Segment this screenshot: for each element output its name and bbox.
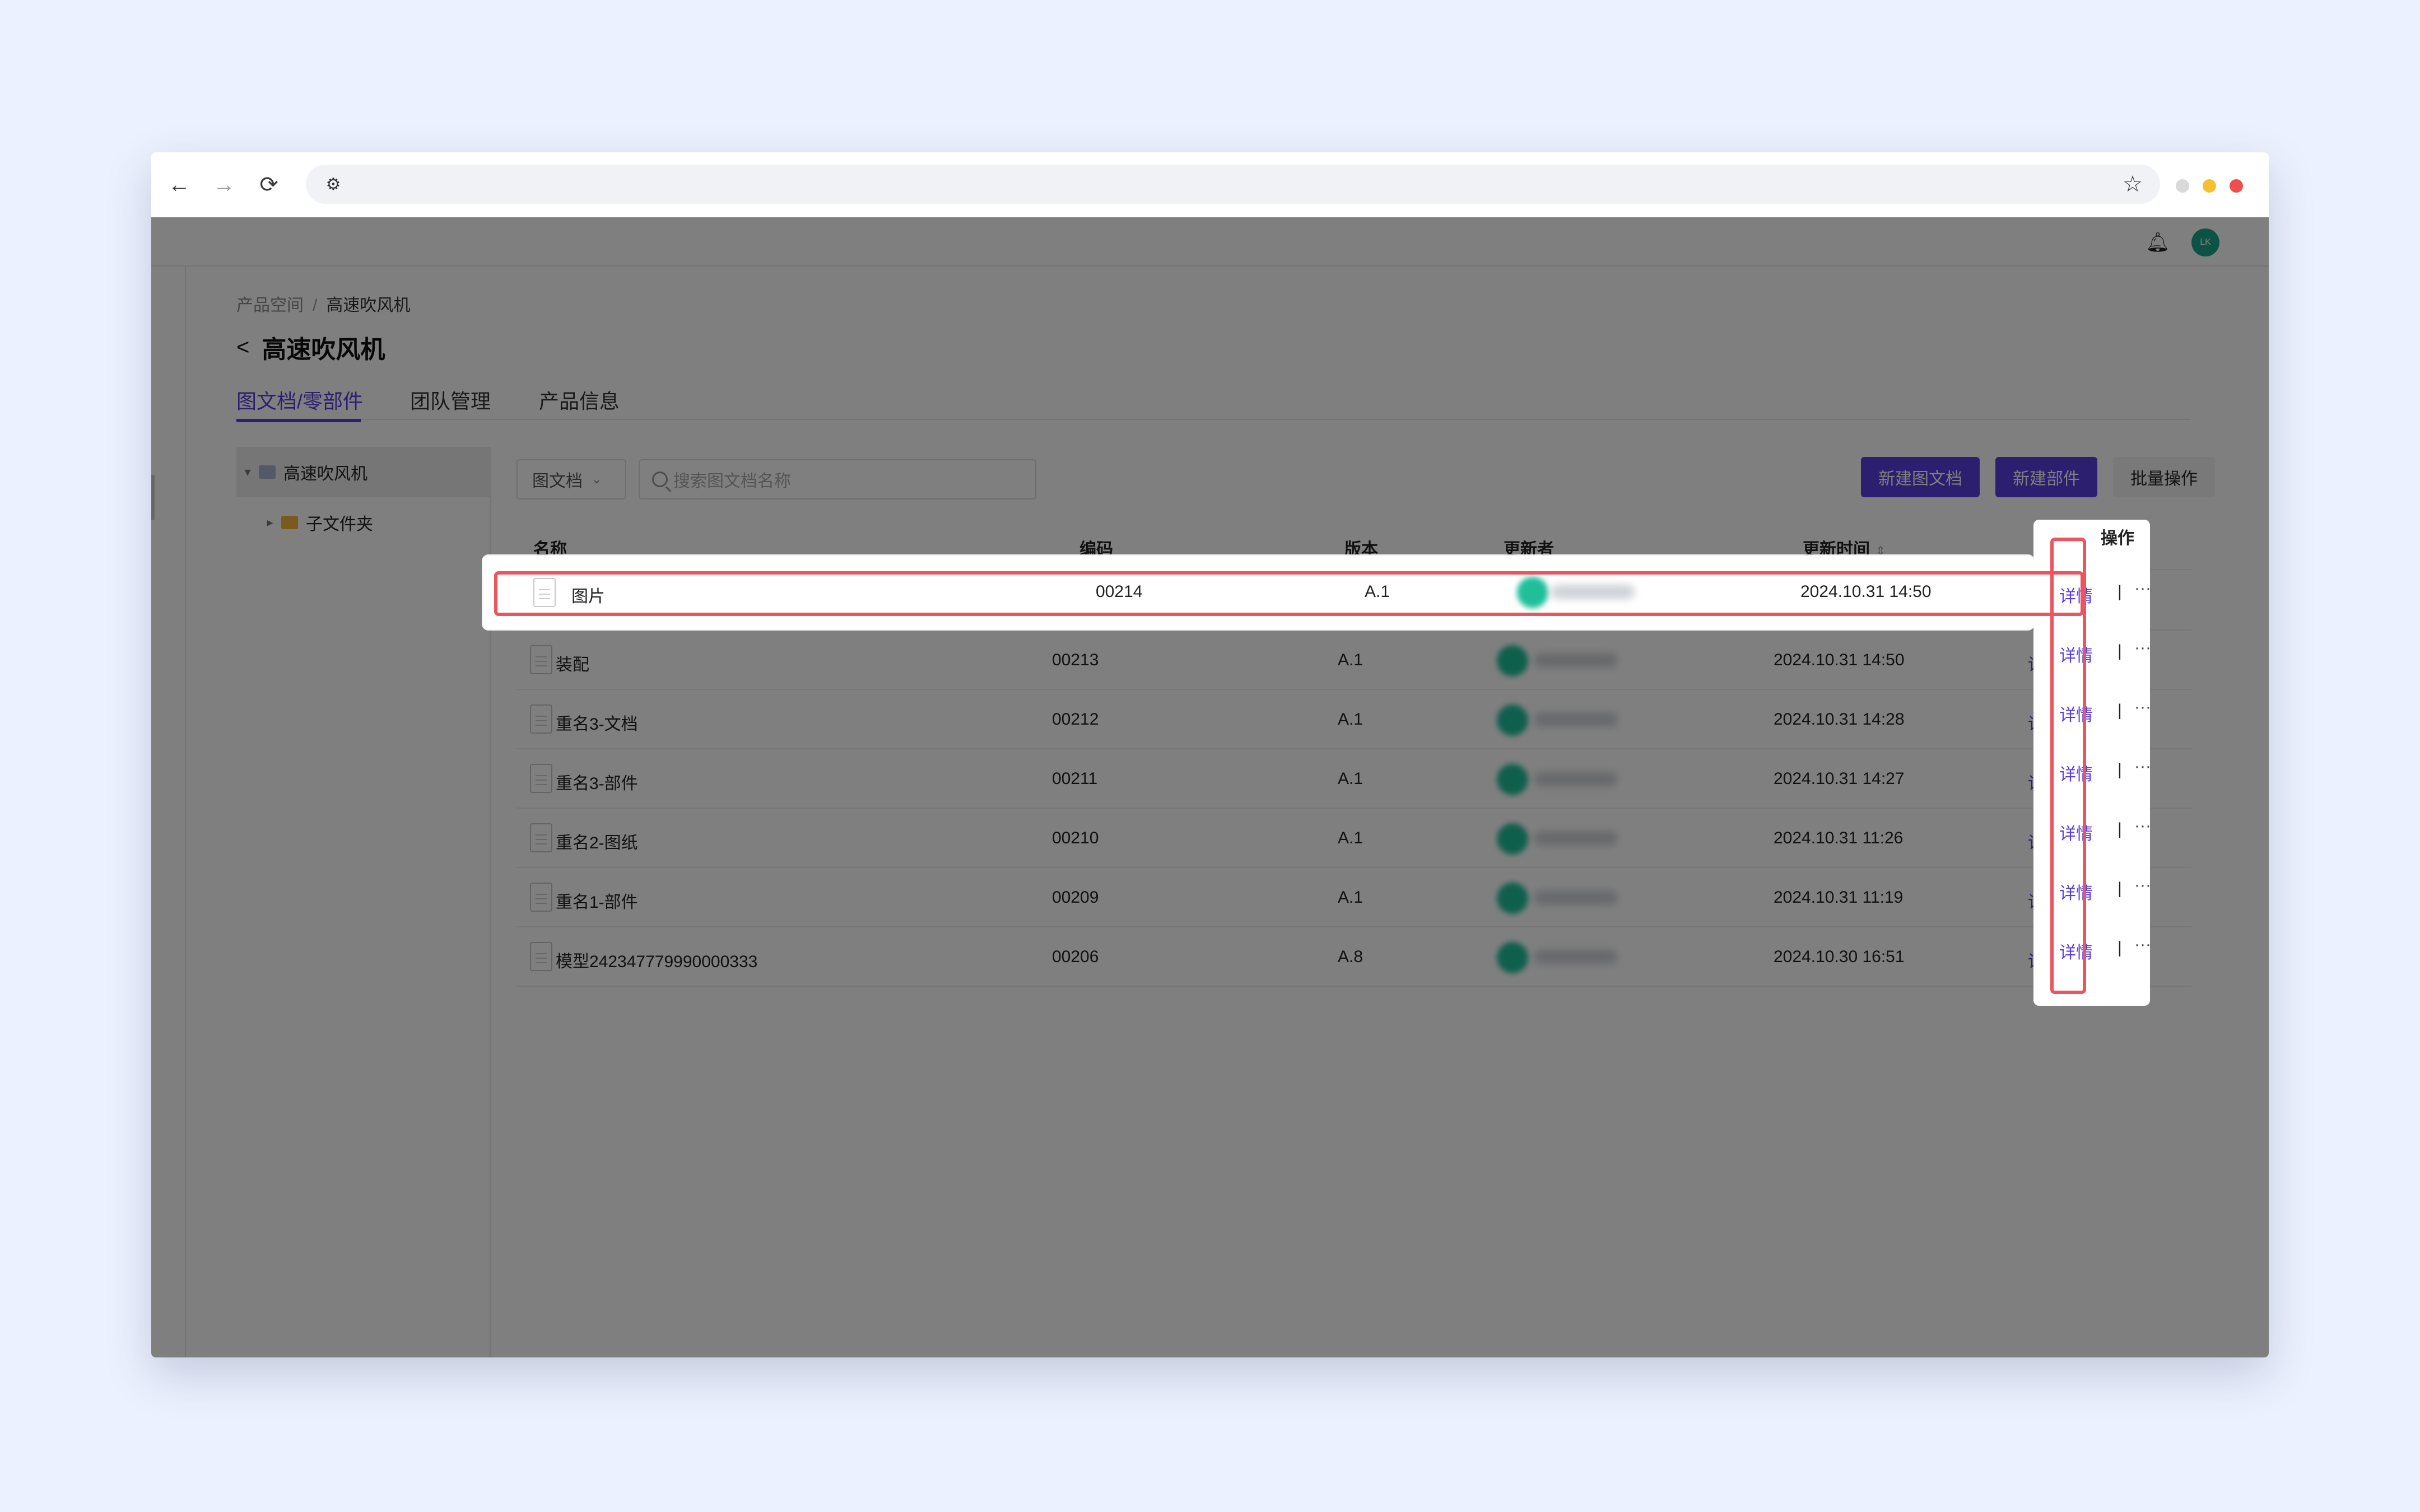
action-separator: |	[2118, 642, 2122, 660]
detail-link[interactable]: 详情	[2059, 820, 2093, 844]
bookmark-star-icon[interactable]: ☆	[2119, 170, 2147, 198]
window-dot-red[interactable]	[2230, 179, 2243, 193]
action-separator: |	[2118, 582, 2122, 601]
detail-link[interactable]: 详情	[2059, 701, 2093, 726]
action-separator: |	[2118, 820, 2122, 838]
document-icon	[533, 578, 556, 607]
spot-col-actions: 操作	[2101, 529, 2134, 548]
action-separator: |	[2118, 760, 2122, 779]
site-settings-icon[interactable]: ⚙	[319, 170, 347, 198]
spotlight-actions-panel: 操作 详情 | ··· 详情 | ··· 详情 | ··· 详情 | ··· 详…	[2033, 520, 2151, 1006]
more-icon[interactable]: ···	[2134, 638, 2151, 657]
window-dot-gray[interactable]	[2176, 179, 2189, 193]
dim-overlay	[151, 217, 2269, 1357]
updater-name-blurred	[1551, 585, 1635, 599]
spotlight-row-panel: 图片 00214 A.1 2024.10.31 14:50	[483, 556, 2033, 629]
detail-link[interactable]: 详情	[2059, 939, 2093, 963]
action-separator: |	[2118, 939, 2122, 957]
action-separator: |	[2118, 701, 2122, 720]
more-icon[interactable]: ···	[2134, 757, 2151, 776]
spot-cell-version: A.1	[1365, 582, 1390, 601]
more-icon[interactable]: ···	[2134, 816, 2151, 836]
reload-icon[interactable]: ⟳	[252, 168, 286, 202]
more-icon[interactable]: ···	[2134, 579, 2151, 598]
action-separator: |	[2118, 879, 2122, 898]
detail-link[interactable]: 详情	[2059, 582, 2093, 607]
detail-link[interactable]: 详情	[2059, 642, 2093, 666]
app-content: 🔔︎ LK 产品空间/高速吹风机 < 高速吹风机 图文档/零部件 团队管理 产品…	[151, 217, 2269, 1357]
more-icon[interactable]: ···	[2134, 876, 2151, 895]
address-bar[interactable]: ⚙ ☆	[306, 165, 2160, 204]
window-dot-yellow[interactable]	[2203, 179, 2216, 193]
detail-link[interactable]: 详情	[2059, 879, 2093, 904]
more-icon[interactable]: ···	[2134, 698, 2151, 717]
detail-link[interactable]: 详情	[2059, 760, 2093, 785]
updater-avatar	[1517, 577, 1548, 608]
browser-toolbar: ← → ⟳ ⚙ ☆	[151, 152, 2269, 217]
more-icon[interactable]: ···	[2134, 935, 2151, 954]
spot-cell-name[interactable]: 图片	[571, 582, 605, 607]
spot-cell-code: 00214	[1096, 582, 1143, 601]
back-icon[interactable]: ←	[162, 168, 196, 202]
forward-icon[interactable]: →	[207, 168, 241, 202]
spot-cell-updated-at: 2024.10.31 14:50	[1800, 582, 1932, 601]
browser-window: ← → ⟳ ⚙ ☆ 🔔︎ LK 产品空间/高速吹风机 < 高速吹风机 图文档/零…	[151, 152, 2269, 1357]
